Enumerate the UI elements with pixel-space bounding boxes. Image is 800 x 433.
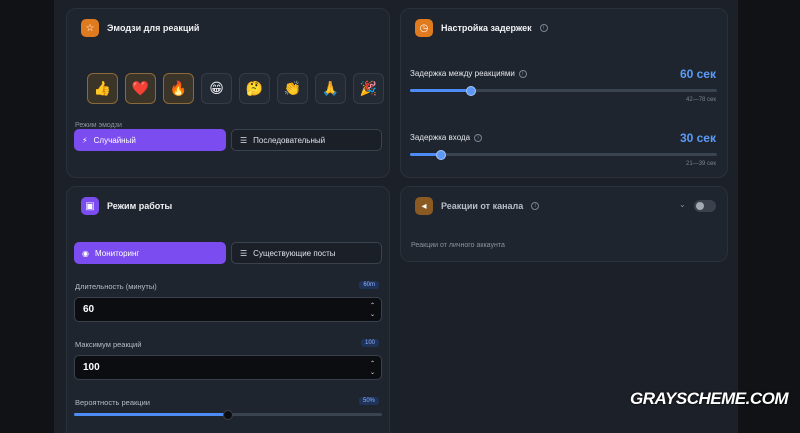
chevron-down-icon[interactable]: ⌄ <box>679 200 686 209</box>
emoji-option[interactable]: 😁 <box>201 73 232 104</box>
mode-monitoring-button[interactable]: ◉ Мониторинг <box>74 242 226 264</box>
chevron-down-icon[interactable]: ⌄ <box>370 368 375 377</box>
max-reactions-label: Максимум реакций <box>75 340 142 349</box>
emoji-glyph: 👍 <box>93 80 112 97</box>
list-icon: ☰ <box>240 135 248 145</box>
emoji-mode-label: Режим эмодзи <box>75 122 122 129</box>
emoji-card-header: ☆ Эмодзи для реакций <box>81 19 199 37</box>
slider-fill <box>74 413 228 416</box>
emoji-glyph: 🔥 <box>169 80 188 97</box>
channel-card-title: Реакции от канала <box>441 201 524 211</box>
join-delay-value: 30 сек <box>679 131 716 145</box>
reaction-delay-range: 42—78 сек <box>686 97 716 103</box>
emoji-option[interactable]: 👏 <box>277 73 308 104</box>
emoji-option[interactable]: 🙏 <box>315 73 346 104</box>
info-icon[interactable]: i <box>531 202 540 210</box>
lightning-icon: ⚡ <box>82 135 88 145</box>
channel-reactions-card: ◂ Реакции от канала i ⌄ Реакции от лично… <box>400 186 728 262</box>
emoji-glyph: ❤️ <box>131 80 150 97</box>
chevron-down-icon[interactable]: ⌄ <box>370 310 375 319</box>
mode-monitoring-label: Мониторинг <box>94 248 140 258</box>
emoji-glyph: 👏 <box>283 80 302 97</box>
channel-card-header: ◂ Реакции от канала i <box>415 197 540 215</box>
info-icon[interactable]: i <box>518 69 527 78</box>
clock-icon: ◷ <box>415 19 433 37</box>
list-icon: ☰ <box>240 248 248 258</box>
mode-random-label: Случайный <box>93 135 136 145</box>
emoji-option[interactable]: 🔥 <box>163 73 194 104</box>
max-reactions-value: 100 <box>83 362 100 373</box>
duration-label: Длительность (минуты) <box>75 282 157 291</box>
mode-sequential-button[interactable]: ☰ Последовательный <box>231 129 382 151</box>
emoji-card: ☆ Эмодзи для реакций 👍 ❤️ 🔥 😁 🤔 👏 🙏 🎉 Ре… <box>66 8 390 178</box>
work-mode-card: ▣ Режим работы ◉ Мониторинг ☰ Существующ… <box>66 186 390 433</box>
mode-random-button[interactable]: ⚡ Случайный <box>74 129 226 151</box>
chevron-up-icon[interactable]: ⌃ <box>370 301 375 310</box>
delays-card: ◷ Настройка задержек i Задержка между ре… <box>400 8 728 178</box>
mode-existing-posts-button[interactable]: ☰ Существующие посты <box>231 242 382 264</box>
probability-badge: 50% <box>358 397 379 405</box>
right-edge <box>738 0 800 433</box>
work-mode-card-header: ▣ Режим работы <box>81 197 172 215</box>
eye-icon: ◉ <box>82 248 89 258</box>
duration-stepper[interactable]: ⌃ ⌄ <box>370 301 375 319</box>
max-reactions-badge: 100 <box>360 339 379 347</box>
channel-card-subtitle: Реакции от личного аккаунта <box>411 242 505 249</box>
emoji-glyph: 🤔 <box>245 80 264 97</box>
join-delay-slider[interactable] <box>410 149 717 160</box>
max-reactions-input[interactable]: 100 ⌃ ⌄ <box>74 355 382 380</box>
emoji-option[interactable]: 🎉 <box>353 73 384 104</box>
emoji-card-title: Эмодзи для реакций <box>107 23 200 33</box>
reaction-delay-value: 60 сек <box>679 67 716 81</box>
slider-thumb[interactable] <box>223 409 233 420</box>
probability-slider[interactable] <box>74 409 382 420</box>
slider-thumb[interactable] <box>466 85 477 96</box>
mode-existing-posts-label: Существующие посты <box>253 248 336 258</box>
settings-icon: ▣ <box>81 197 99 215</box>
delays-card-header: ◷ Настройка задержек i <box>415 19 548 37</box>
max-reactions-stepper[interactable]: ⌃ ⌄ <box>370 359 375 377</box>
star-icon: ☆ <box>81 19 99 37</box>
join-delay-text: Задержка входа <box>410 133 471 142</box>
reaction-delay-label: Задержка между реакциями i <box>410 69 527 78</box>
mode-sequential-label: Последовательный <box>253 135 326 145</box>
join-delay-label: Задержка входа i <box>410 133 483 142</box>
emoji-option[interactable]: 👍 <box>87 73 118 104</box>
join-delay-range: 21—39 сек <box>686 161 716 167</box>
info-icon[interactable]: i <box>539 24 548 32</box>
watermark: GRAYSCHEME.COM <box>630 389 788 408</box>
slider-thumb[interactable] <box>435 149 446 160</box>
delays-card-title: Настройка задержек <box>441 23 532 33</box>
duration-value: 60 <box>83 304 95 315</box>
reaction-delay-slider[interactable] <box>410 85 717 96</box>
emoji-glyph: 🙏 <box>321 80 340 97</box>
emoji-glyph: 😁 <box>209 80 224 97</box>
emoji-glyph: 🎉 <box>359 80 378 97</box>
duration-badge: 60m <box>359 281 379 289</box>
info-icon[interactable]: i <box>474 133 483 142</box>
toggle-knob <box>696 202 704 210</box>
emoji-option[interactable]: 🤔 <box>239 73 270 104</box>
duration-input[interactable]: 60 ⌃ ⌄ <box>74 297 382 322</box>
emoji-option[interactable]: ❤️ <box>125 73 156 104</box>
megaphone-icon: ◂ <box>415 197 433 215</box>
left-edge <box>0 0 54 433</box>
probability-label: Вероятность реакции <box>75 398 150 407</box>
reaction-delay-text: Задержка между реакциями <box>410 69 515 78</box>
chevron-up-icon[interactable]: ⌃ <box>370 359 375 368</box>
work-mode-card-title: Режим работы <box>107 201 173 211</box>
channel-reactions-toggle[interactable] <box>694 200 716 212</box>
emoji-list: 👍 ❤️ 🔥 😁 🤔 👏 🙏 🎉 <box>87 73 384 104</box>
slider-fill <box>410 89 472 92</box>
